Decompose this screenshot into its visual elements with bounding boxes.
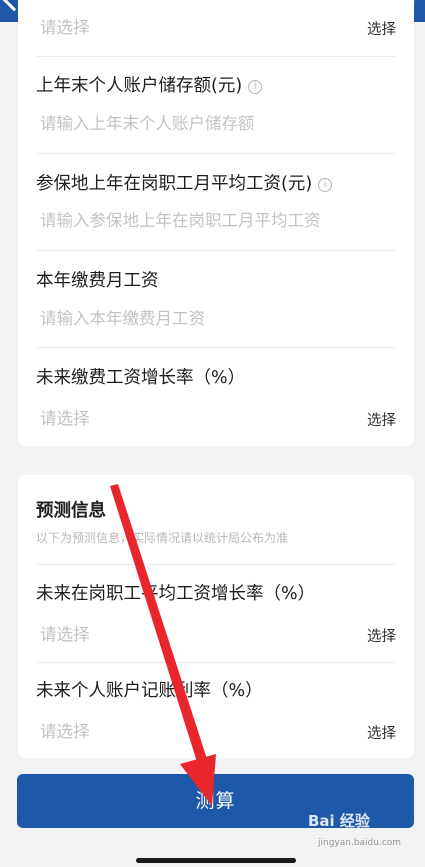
watermark-url: jingyan.baidu.com xyxy=(318,838,402,848)
select-button[interactable]: 选择 xyxy=(367,409,396,430)
divider xyxy=(36,662,396,663)
salary-growth-select[interactable]: 请选择 xyxy=(40,621,90,645)
select-button[interactable]: 选择 xyxy=(367,625,396,646)
account-balance-label: 上年末个人账户储存额(元) i xyxy=(36,72,263,97)
divider xyxy=(36,347,396,348)
avg-salary-label: 参保地上年在岗职工月平均工资(元) i xyxy=(36,170,333,195)
divider xyxy=(36,564,396,565)
section-subtitle: 以下为预测信息，实际情况请以统计局公布为准 xyxy=(36,531,289,545)
select-placeholder[interactable]: 请选择 xyxy=(40,14,90,38)
info-icon[interactable]: i xyxy=(248,80,263,94)
salary-growth-label: 未来在岗职工平均工资增长率（%） xyxy=(36,584,316,604)
watermark: Bai 经验 xyxy=(308,812,370,830)
avg-salary-input[interactable]: 请输入参保地上年在岗职工月平均工资 xyxy=(40,207,321,231)
home-indicator xyxy=(136,858,296,863)
avg-salary-label-text: 参保地上年在岗职工月平均工资(元) xyxy=(36,174,313,194)
select-button[interactable]: 选择 xyxy=(367,18,396,39)
divider xyxy=(36,153,396,154)
select-button[interactable]: 选择 xyxy=(367,722,396,743)
divider xyxy=(36,250,396,251)
monthly-wage-input[interactable]: 请输入本年缴费月工资 xyxy=(40,305,205,329)
prediction-card: 预测信息 以下为预测信息，实际情况请以统计局公布为准 未来在岗职工平均工资增长率… xyxy=(18,475,414,758)
interest-rate-label: 未来个人账户记账利率（%） xyxy=(36,681,263,701)
divider xyxy=(36,56,396,57)
wage-growth-label: 未来缴费工资增长率（%） xyxy=(36,368,246,388)
account-balance-label-text: 上年末个人账户储存额(元) xyxy=(36,76,243,96)
interest-rate-select[interactable]: 请选择 xyxy=(40,718,90,742)
wage-growth-select[interactable]: 请选择 xyxy=(40,405,90,429)
section-title: 预测信息 xyxy=(36,501,106,521)
account-balance-input[interactable]: 请输入上年末个人账户储存额 xyxy=(40,110,255,134)
info-icon[interactable]: i xyxy=(318,178,333,192)
monthly-wage-label: 本年缴费月工资 xyxy=(36,271,159,291)
form-card: 请选择 选择 上年末个人账户储存额(元) i 请输入上年末个人账户储存额 参保地上… xyxy=(18,0,414,446)
